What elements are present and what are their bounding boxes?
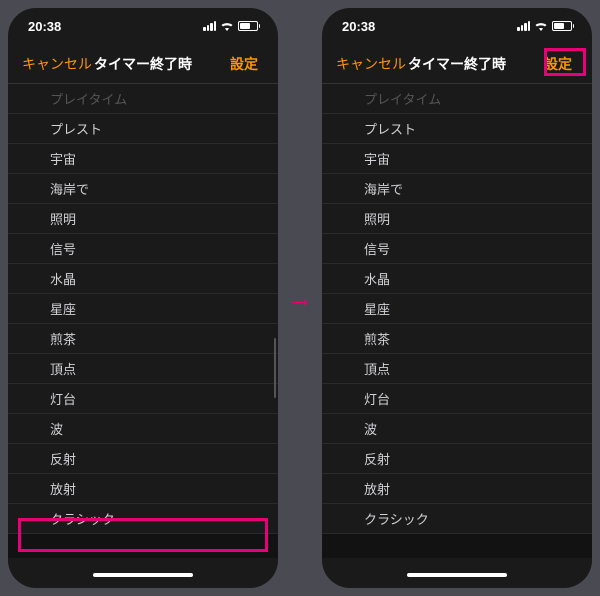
list-item[interactable]: 海岸で [322,174,592,204]
list-item[interactable]: 海岸で [8,174,278,204]
wifi-icon [220,21,234,31]
list-item[interactable]: 星座 [8,294,278,324]
list-item[interactable]: 水晶 [322,264,592,294]
list-item[interactable]: 照明 [8,204,278,234]
set-button[interactable]: 設定 [538,50,578,78]
nav-bar: キャンセル タイマー終了時 設定 [322,44,592,84]
list-item[interactable]: 波 [8,414,278,444]
signal-icon [517,21,530,31]
signal-icon [203,21,216,31]
phone-right: 20:38 キャンセル タイマー終了時 設定 プレイタイムプレスト宇宙海岸で照明… [322,8,592,588]
list-item[interactable]: 煎茶 [322,324,592,354]
phone-left: 20:38 キャンセル タイマー終了時 設定 プレイタイムプレスト宇宙海岸で照明… [8,8,278,588]
nav-bar: キャンセル タイマー終了時 設定 [8,44,278,84]
list-item[interactable]: 信号 [322,234,592,264]
battery-icon [552,21,572,31]
list-item[interactable]: プレイタイム [322,84,592,114]
list-item[interactable]: クラシック [322,504,592,534]
sound-list[interactable]: プレイタイムプレスト宇宙海岸で照明信号水晶星座煎茶頂点灯台波反射放射クラシック ✓… [322,84,592,562]
list-item[interactable]: 宇宙 [8,144,278,174]
cancel-button[interactable]: キャンセル [22,54,92,74]
status-indicators [203,21,258,31]
nav-title: タイマー終了時 [408,54,506,74]
status-indicators [517,21,572,31]
status-time: 20:38 [28,19,61,34]
section-gap [8,534,278,558]
list-item[interactable]: 灯台 [322,384,592,414]
list-item[interactable]: プレスト [322,114,592,144]
status-time: 20:38 [342,19,375,34]
home-indicator [8,562,278,588]
list-item[interactable]: プレイタイム [8,84,278,114]
stop-playing-item[interactable]: 再生停止 [8,558,278,562]
list-item[interactable]: 放射 [322,474,592,504]
cancel-button[interactable]: キャンセル [336,54,406,74]
list-item[interactable]: クラシック [8,504,278,534]
list-item[interactable]: 波 [322,414,592,444]
list-item[interactable]: 星座 [322,294,592,324]
status-bar: 20:38 [8,8,278,44]
list-item[interactable]: 宇宙 [322,144,592,174]
arrow-icon: → [287,283,313,314]
wifi-icon [534,21,548,31]
stop-playing-item[interactable]: ✓再生停止 [322,558,592,562]
list-item[interactable]: 信号 [8,234,278,264]
list-item[interactable]: 放射 [8,474,278,504]
list-item[interactable]: 反射 [322,444,592,474]
list-item[interactable]: 頂点 [322,354,592,384]
nav-title: タイマー終了時 [94,54,192,74]
list-item[interactable]: 煎茶 [8,324,278,354]
list-item[interactable]: 頂点 [8,354,278,384]
list-item[interactable]: 水晶 [8,264,278,294]
set-button[interactable]: 設定 [224,50,264,78]
battery-icon [238,21,258,31]
sound-list[interactable]: プレイタイムプレスト宇宙海岸で照明信号水晶星座煎茶頂点灯台波反射放射クラシック再… [8,84,278,562]
list-item[interactable]: 灯台 [8,384,278,414]
list-item[interactable]: プレスト [8,114,278,144]
status-bar: 20:38 [322,8,592,44]
scroll-indicator [274,338,276,398]
section-gap [322,534,592,558]
home-indicator [322,562,592,588]
list-item[interactable]: 反射 [8,444,278,474]
list-item[interactable]: 照明 [322,204,592,234]
